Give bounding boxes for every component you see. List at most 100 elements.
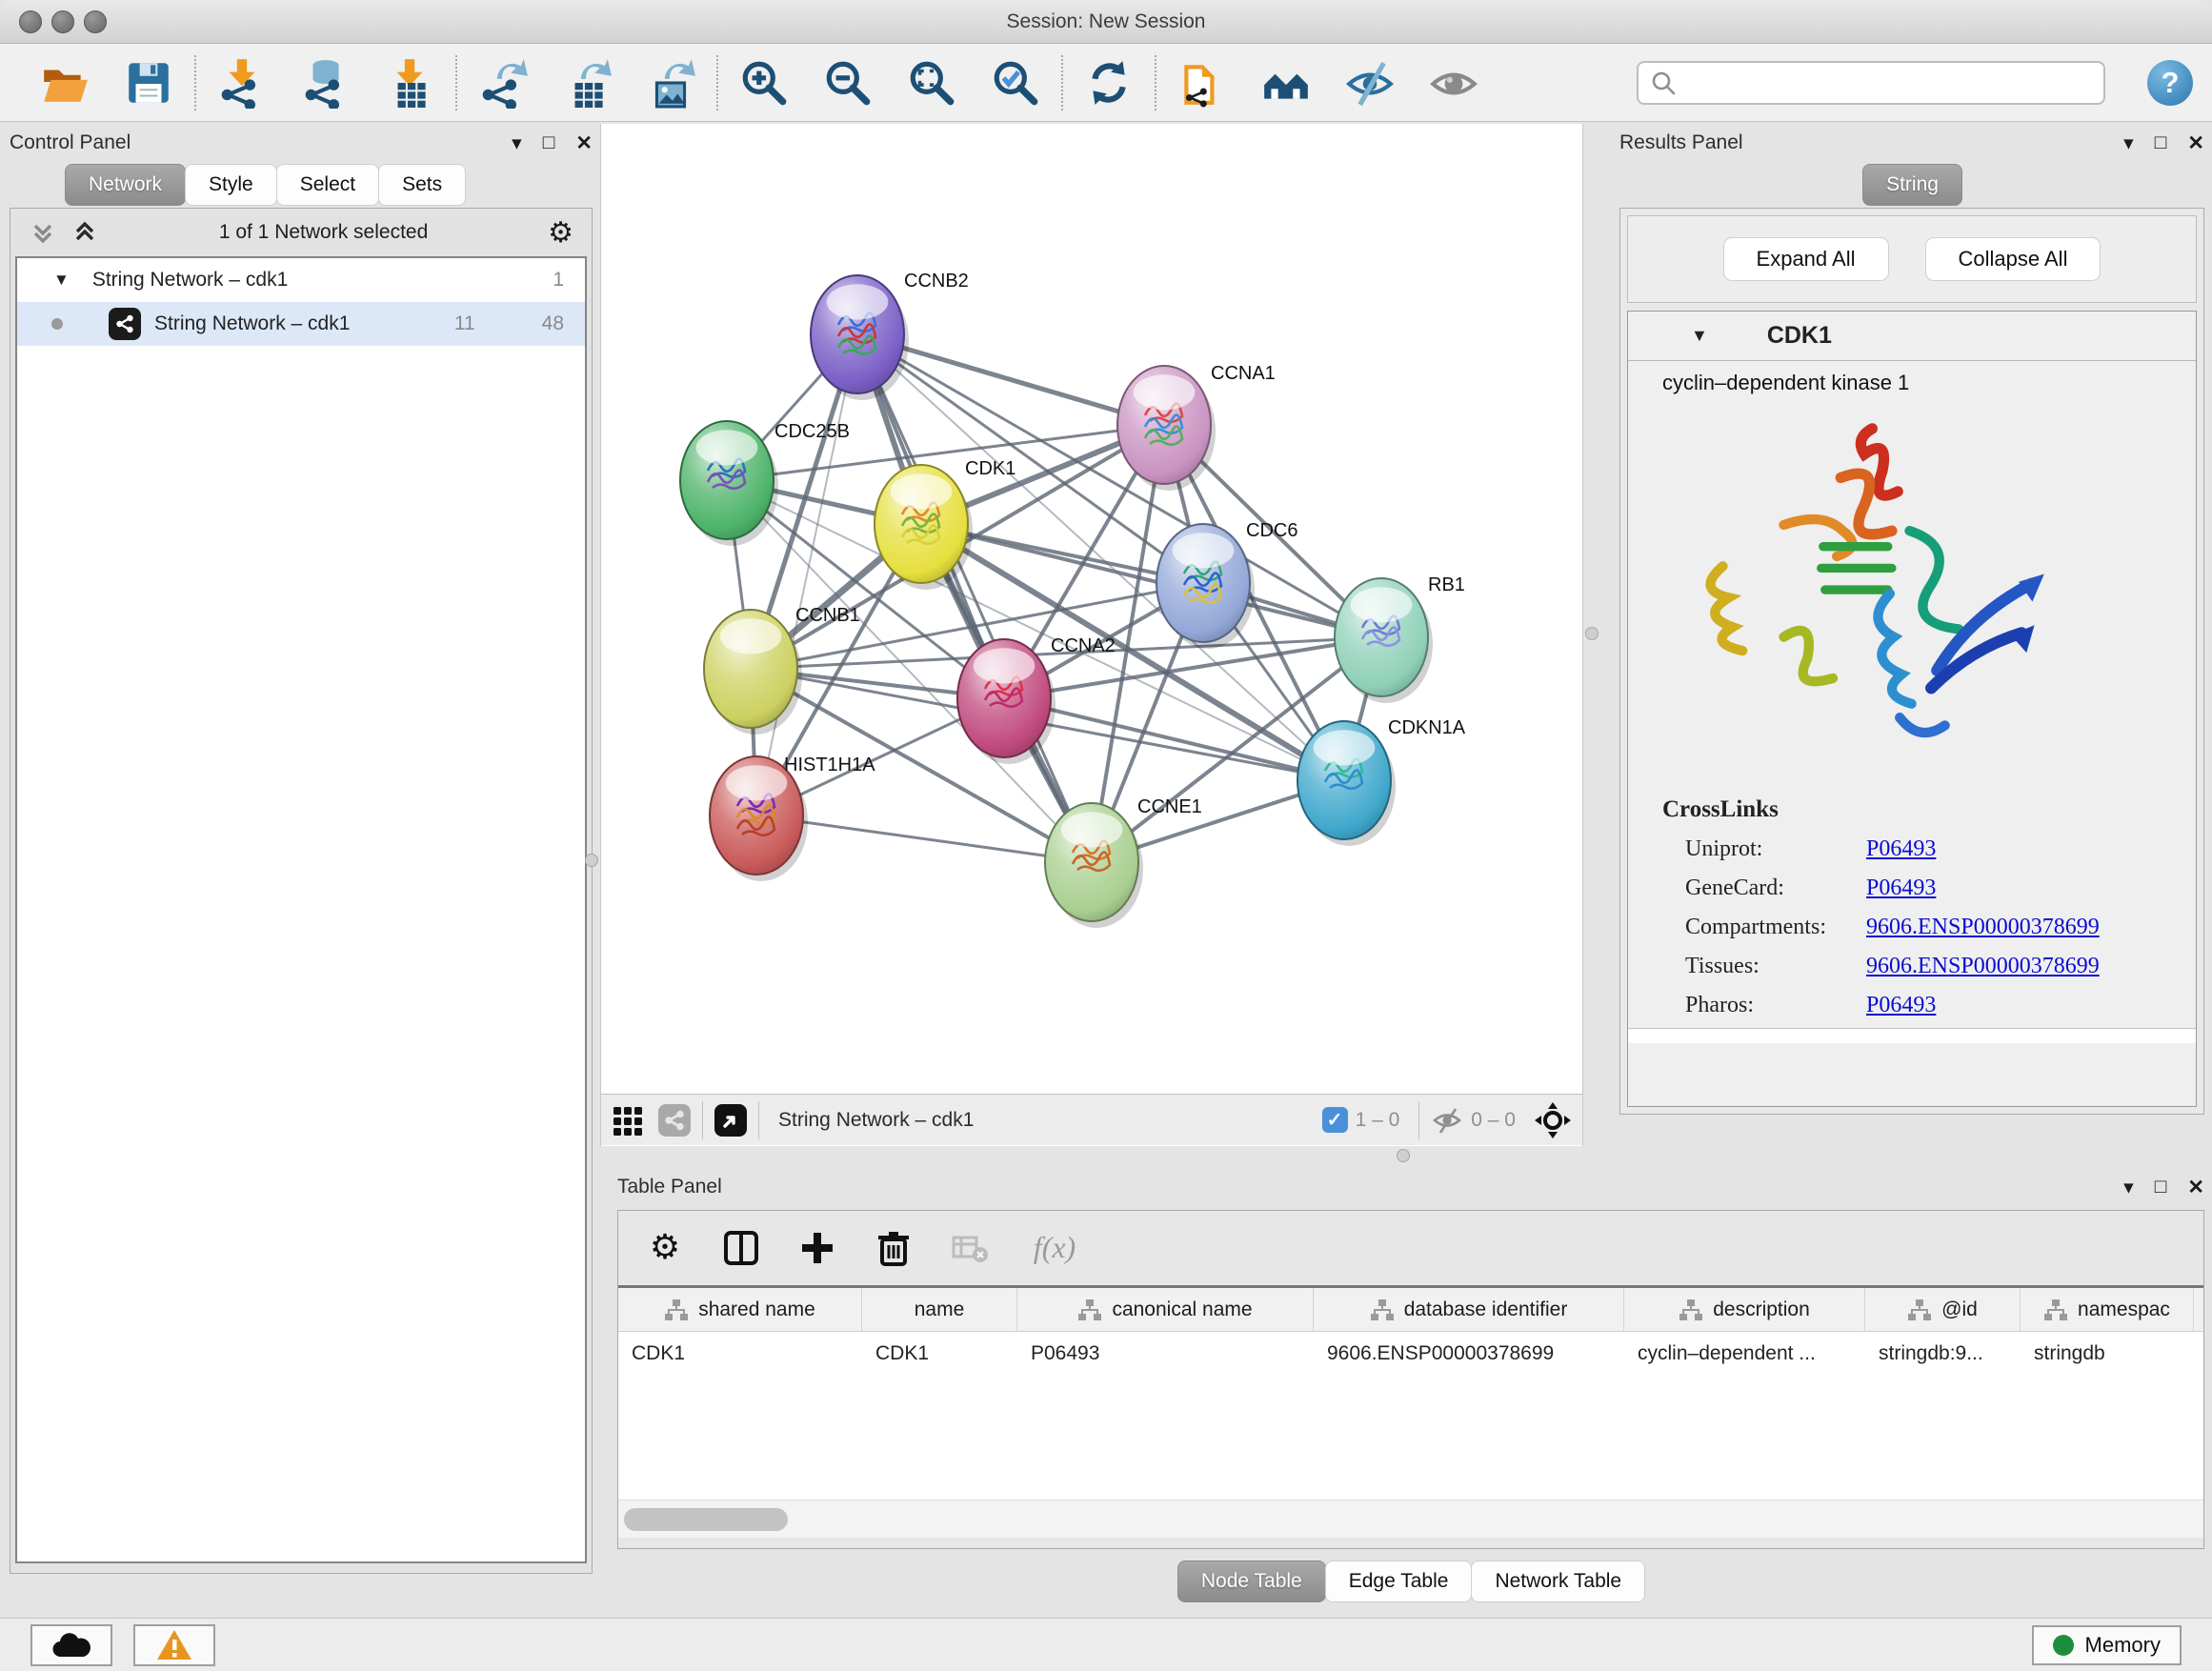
table-cell[interactable]: CDK1 — [618, 1332, 862, 1376]
birds-eye-view-icon[interactable] — [714, 1104, 747, 1137]
network-options-gear-icon[interactable]: ⚙ — [548, 216, 573, 250]
network-edge-CCNB2-HIST1H1A[interactable] — [756, 334, 857, 815]
panel-close-icon[interactable]: ✕ — [575, 131, 593, 155]
zoom-fit-button[interactable] — [890, 49, 974, 117]
crosslink-value-link[interactable]: P06493 — [1866, 876, 1936, 901]
expand-all-networks-icon[interactable] — [29, 218, 57, 247]
selected-items-checkbox[interactable]: ✓ — [1322, 1107, 1348, 1133]
help-button[interactable]: ? — [2147, 60, 2193, 106]
tab-style[interactable]: Style — [185, 164, 277, 206]
network-node-CDKN1A[interactable]: CDKN1A — [1297, 717, 1466, 846]
crosslink-value-link[interactable]: P06493 — [1866, 836, 1936, 862]
column-header-name[interactable]: name — [862, 1288, 1017, 1331]
network-node-CCNA2[interactable]: CCNA2 — [957, 635, 1116, 764]
fit-selected-crosshair-icon[interactable] — [1533, 1100, 1573, 1140]
show-graphics-details-button[interactable] — [1412, 49, 1496, 117]
tab-node-table[interactable]: Node Table — [1177, 1560, 1326, 1602]
table-cell[interactable]: cyclin–dependent ... — [1624, 1332, 1865, 1376]
warning-status-button[interactable] — [133, 1624, 215, 1666]
table-row[interactable]: CDK1CDK1P064939606.ENSP00000378699cyclin… — [618, 1332, 2203, 1376]
network-tree-root-row[interactable]: ▼ String Network – cdk1 1 — [17, 258, 585, 302]
node-label-CCNB2: CCNB2 — [904, 271, 969, 292]
table-cell[interactable]: P06493 — [1017, 1332, 1314, 1376]
minimize-window-button[interactable] — [51, 10, 74, 33]
export-image-button[interactable] — [629, 49, 713, 117]
column-header-description[interactable]: description — [1624, 1288, 1865, 1331]
close-window-button[interactable] — [19, 10, 42, 33]
tab-sets[interactable]: Sets — [378, 164, 466, 206]
export-network-button[interactable] — [461, 49, 545, 117]
network-node-RB1[interactable]: RB1 — [1335, 574, 1465, 703]
crosslink-value-link[interactable]: P06493 — [1866, 993, 1936, 1018]
panel-float-icon[interactable]: □ — [2155, 1176, 2167, 1198]
column-header-database-identifier[interactable]: database identifier — [1314, 1288, 1624, 1331]
new-network-from-selection-button[interactable] — [1160, 49, 1244, 117]
tab-network-table[interactable]: Network Table — [1471, 1560, 1645, 1602]
zoom-selected-button[interactable] — [974, 49, 1057, 117]
grid-view-icon[interactable] — [611, 1103, 645, 1137]
network-node-CCNA1[interactable]: CCNA1 — [1117, 363, 1276, 491]
show-columns-icon[interactable] — [721, 1228, 761, 1268]
toolbar-search-box[interactable] — [1637, 61, 2105, 105]
panel-collapse-icon[interactable]: ▾ — [512, 131, 522, 155]
zoom-in-button[interactable] — [722, 49, 806, 117]
delete-column-trash-icon[interactable] — [874, 1228, 914, 1268]
table-cell[interactable]: stringdb — [2021, 1332, 2194, 1376]
panel-close-icon[interactable]: ✕ — [2187, 1176, 2204, 1199]
panel-float-icon[interactable]: □ — [543, 131, 555, 154]
network-style-icon[interactable] — [658, 1104, 691, 1137]
network-node-CCNE1[interactable]: CCNE1 — [1045, 796, 1202, 928]
column-header-canonical-name[interactable]: canonical name — [1017, 1288, 1314, 1331]
table-cell[interactable]: CDK1 — [862, 1332, 1017, 1376]
scrollbar-thumb[interactable] — [624, 1508, 788, 1531]
import-network-button[interactable] — [200, 49, 284, 117]
network-edge-CDK1-RB1[interactable] — [921, 524, 1381, 637]
tab-string[interactable]: String — [1862, 164, 1962, 206]
vertical-splitter-handle-left[interactable] — [585, 854, 598, 867]
tab-network[interactable]: Network — [65, 164, 186, 206]
expand-all-button[interactable]: Expand All — [1723, 237, 1889, 281]
column-header-namespac[interactable]: namespac — [2021, 1288, 2194, 1331]
tab-select[interactable]: Select — [276, 164, 379, 206]
column-header--id[interactable]: @id — [1865, 1288, 2021, 1331]
tab-edge-table[interactable]: Edge Table — [1325, 1560, 1473, 1602]
collapse-all-networks-icon[interactable] — [70, 218, 99, 247]
network-node-CDC6[interactable]: CDC6 — [1156, 520, 1297, 649]
network-node-HIST1H1A[interactable]: HIST1H1A — [710, 755, 875, 881]
network-node-CCNB2[interactable]: CCNB2 — [811, 271, 969, 400]
table-cell[interactable]: stringdb:9... — [1865, 1332, 2021, 1376]
save-session-button[interactable] — [107, 49, 191, 117]
horizontal-splitter-handle[interactable] — [1397, 1149, 1410, 1162]
network-tree-child-row[interactable]: String Network – cdk1 11 48 — [17, 302, 585, 346]
panel-float-icon[interactable]: □ — [2155, 131, 2167, 154]
collapse-all-button[interactable]: Collapse All — [1925, 237, 2101, 281]
create-column-plus-icon[interactable] — [797, 1228, 837, 1268]
table-cell[interactable]: 9606.ENSP00000378699 — [1314, 1332, 1624, 1376]
crosslink-value-link[interactable]: 9606.ENSP00000378699 — [1866, 954, 2100, 979]
zoom-out-button[interactable] — [806, 49, 890, 117]
open-session-button[interactable] — [23, 49, 107, 117]
entry-header[interactable]: ▼ CDK1 — [1628, 312, 2196, 361]
zoom-window-button[interactable] — [84, 10, 107, 33]
import-table-button[interactable] — [368, 49, 452, 117]
table-horizontal-scrollbar[interactable] — [618, 1500, 2203, 1538]
import-network-database-button[interactable] — [284, 49, 368, 117]
column-header-shared-name[interactable]: shared name — [618, 1288, 862, 1331]
network-canvas[interactable]: CCNB2CCNA1CDC25BCDK1CDC6RB1CCNB1CCNA2CDK… — [601, 124, 1582, 1094]
panel-collapse-icon[interactable]: ▾ — [2123, 131, 2134, 155]
panel-close-icon[interactable]: ✕ — [2187, 131, 2204, 155]
first-neighbors-button[interactable] — [1244, 49, 1328, 117]
search-input[interactable] — [1677, 64, 2103, 102]
export-table-button[interactable] — [545, 49, 629, 117]
crosslink-value-link[interactable]: 9606.ENSP00000378699 — [1866, 915, 2100, 940]
refresh-button[interactable] — [1067, 49, 1151, 117]
network-edge-CCNB2-CCNE1[interactable] — [857, 334, 1092, 862]
cloud-status-button[interactable] — [30, 1624, 112, 1666]
vertical-splitter-handle-right[interactable] — [1585, 627, 1599, 640]
hide-selected-button[interactable] — [1328, 49, 1412, 117]
memory-button[interactable]: Memory — [2032, 1625, 2182, 1665]
entry-expander-icon[interactable]: ▼ — [1691, 326, 1708, 346]
table-settings-gear-icon[interactable]: ⚙ — [645, 1228, 685, 1268]
tree-expander-icon[interactable]: ▼ — [53, 271, 70, 290]
panel-collapse-icon[interactable]: ▾ — [2123, 1176, 2134, 1199]
